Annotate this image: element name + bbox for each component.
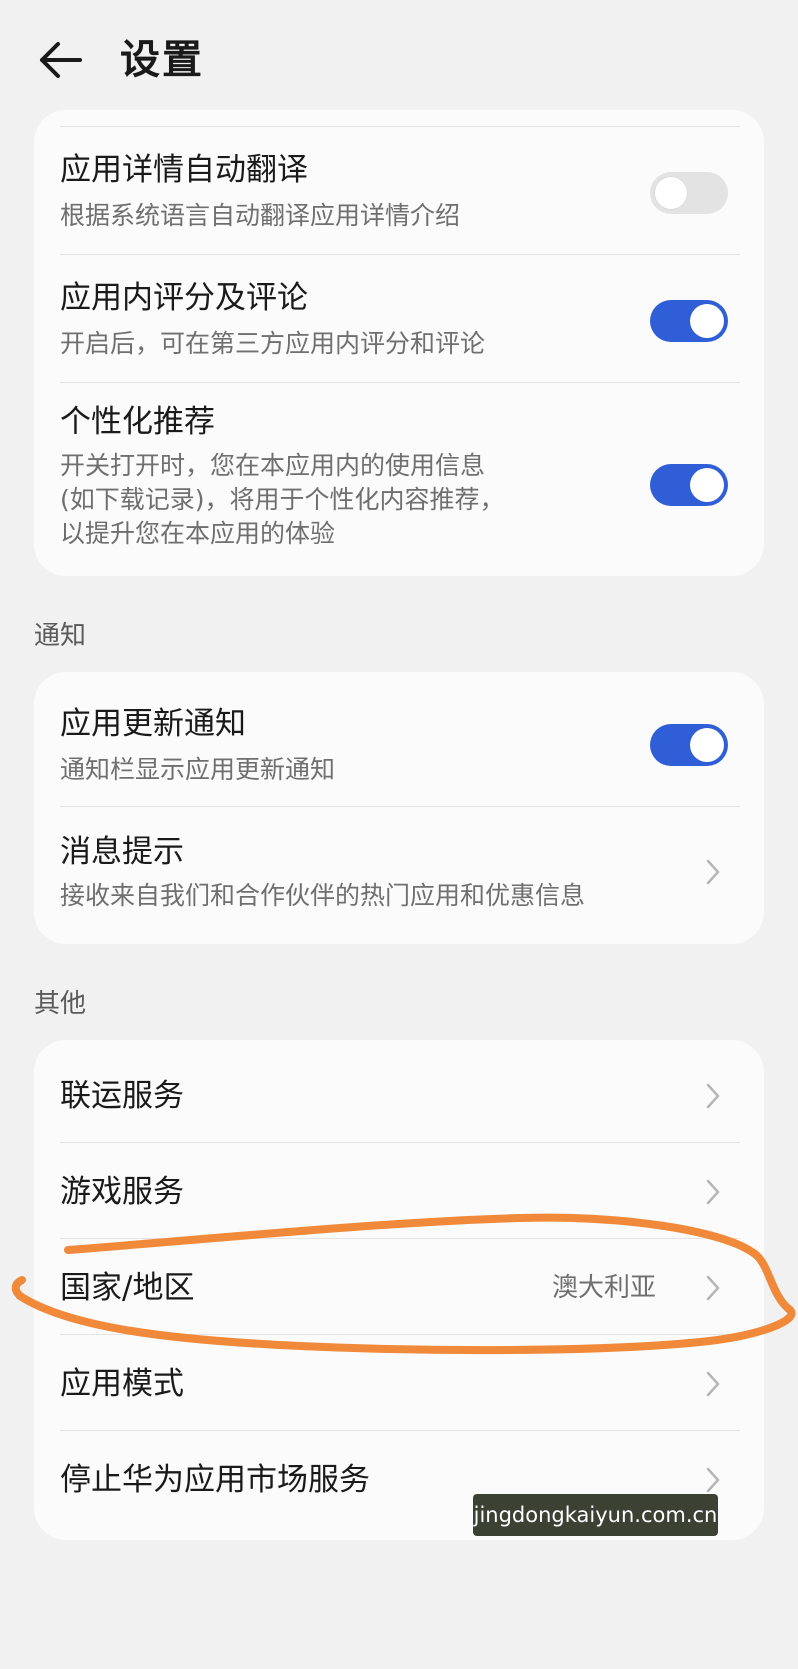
setting-title: 个性化推荐: [60, 404, 215, 440]
setting-app-mode[interactable]: 应用模式: [60, 1358, 740, 1428]
divider: [60, 1430, 740, 1431]
chevron-right-icon: [706, 1083, 720, 1109]
setting-title: 消息提示: [60, 834, 184, 870]
setting-title: 联运服务: [60, 1078, 184, 1114]
setting-title: 游戏服务: [60, 1174, 184, 1210]
toggle-knob: [690, 728, 724, 762]
setting-title: 停止华为应用市场服务: [60, 1462, 370, 1498]
setting-in-app-rating[interactable]: 应用内评分及评论 开启后，可在第三方应用内评分和评论: [60, 276, 740, 386]
divider: [60, 126, 740, 127]
watermark-label: jingdongkaiyun.com.cn: [473, 1494, 718, 1536]
setting-description: 开启后，可在第三方应用内评分和评论: [60, 329, 486, 358]
toggle-knob: [690, 468, 724, 502]
setting-description: 通知栏显示应用更新通知: [60, 755, 336, 784]
divider: [60, 806, 740, 807]
other-settings-card: 联运服务 游戏服务 国家/地区 澳大利亚 应用模式 停止华为应用市场服务: [34, 1040, 764, 1540]
setting-title: 应用内评分及评论: [60, 280, 308, 316]
setting-description: 根据系统语言自动翻译应用详情介绍: [60, 201, 461, 230]
divider: [60, 1238, 740, 1239]
divider: [60, 254, 740, 255]
setting-message-prompt[interactable]: 消息提示 接收来自我们和合作伙伴的热门应用和优惠信息: [60, 832, 740, 932]
auto-translate-toggle[interactable]: [650, 172, 728, 214]
chevron-right-icon: [706, 1371, 720, 1397]
setting-description: 接收来自我们和合作伙伴的热门应用和优惠信息: [60, 881, 586, 910]
chevron-right-icon: [706, 1275, 720, 1301]
setting-auto-translate[interactable]: 应用详情自动翻译 根据系统语言自动翻译应用详情介绍: [60, 148, 740, 258]
chevron-right-icon: [706, 859, 720, 885]
section-label-other: 其他: [34, 989, 87, 1019]
divider: [60, 1334, 740, 1335]
setting-description-line: (如下载记录)，将用于个性化内容推荐，: [60, 485, 505, 514]
setting-title: 应用更新通知: [60, 706, 246, 742]
country-region-value: 澳大利亚: [552, 1273, 657, 1303]
page-title: 设置: [120, 37, 204, 83]
notifications-card: 应用更新通知 通知栏显示应用更新通知 消息提示 接收来自我们和合作伙伴的热门应用…: [34, 672, 764, 944]
personalized-recommendation-toggle[interactable]: [650, 464, 728, 506]
divider: [60, 1142, 740, 1143]
setting-title: 国家/地区: [60, 1270, 195, 1306]
setting-joint-operation-service[interactable]: 联运服务: [60, 1070, 740, 1140]
setting-title: 应用模式: [60, 1366, 184, 1402]
setting-country-region[interactable]: 国家/地区 澳大利亚: [60, 1262, 740, 1332]
setting-update-notification[interactable]: 应用更新通知 通知栏显示应用更新通知: [60, 702, 740, 812]
section-label-notifications: 通知: [34, 621, 87, 651]
setting-description-line: 以提升您在本应用的体验: [60, 519, 336, 548]
in-app-rating-toggle[interactable]: [650, 300, 728, 342]
setting-game-service[interactable]: 游戏服务: [60, 1166, 740, 1236]
arrow-left-icon[interactable]: [36, 38, 84, 82]
setting-description-line: 开关打开时，您在本应用内的使用信息: [60, 451, 486, 480]
app-header: 设置: [0, 0, 798, 120]
setting-title: 应用详情自动翻译: [60, 152, 308, 188]
setting-personalized-recommendation[interactable]: 个性化推荐 开关打开时，您在本应用内的使用信息 (如下载记录)，将用于个性化内容…: [60, 402, 740, 562]
toggle-knob: [690, 304, 724, 338]
update-notification-toggle[interactable]: [650, 724, 728, 766]
toggle-knob: [654, 176, 688, 210]
chevron-right-icon: [706, 1179, 720, 1205]
divider: [60, 382, 740, 383]
chevron-right-icon: [706, 1467, 720, 1493]
settings-card-content: 应用详情自动翻译 根据系统语言自动翻译应用详情介绍 应用内评分及评论 开启后，可…: [34, 110, 764, 576]
